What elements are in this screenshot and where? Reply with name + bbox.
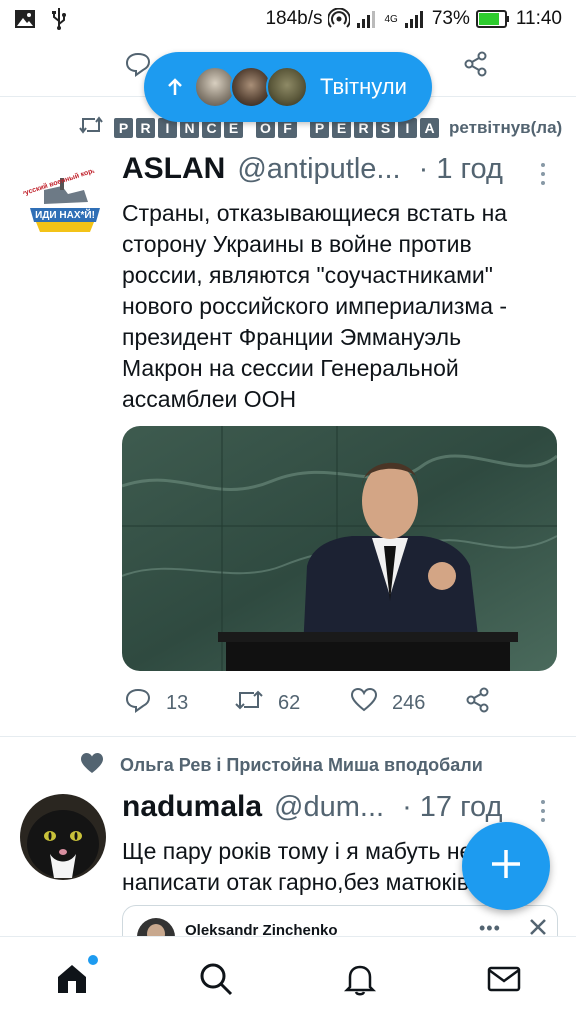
nav-messages[interactable]: [486, 961, 522, 1002]
signal-icon: [356, 9, 378, 29]
avatar: [266, 66, 308, 108]
tweet-header: nadumala @dum... · 17 год: [122, 790, 502, 824]
net-speed: 184b/s: [265, 8, 323, 29]
kebab-icon[interactable]: [538, 800, 548, 822]
reply-count: 13: [166, 691, 189, 714]
tweet-header: ASLAN @antiputle... · 1 год: [122, 152, 503, 186]
nav-home[interactable]: [54, 955, 98, 1002]
pill-label: Твітнули: [320, 74, 407, 99]
retweet-suffix: ретвітнув(ла): [449, 117, 563, 137]
liked-by-text[interactable]: Ольга Рев і Пристойна Миша вподобали: [120, 755, 483, 776]
like-count: 246: [392, 691, 426, 714]
avatar[interactable]: [20, 794, 106, 880]
status-bar: 184b/s 4G 73% 11:40: [0, 0, 576, 38]
divider: [0, 736, 576, 737]
nav-notifications[interactable]: [342, 961, 378, 1002]
network-type: 4G: [384, 13, 398, 25]
search-icon: [198, 963, 234, 1001]
battery-icon: [475, 9, 510, 29]
retweet-button[interactable]: 62: [234, 686, 300, 720]
bell-icon: [342, 965, 378, 1001]
reply-button[interactable]: 13: [124, 686, 188, 720]
name-letter: P: [114, 117, 133, 138]
author-handle[interactable]: @dum...: [274, 791, 384, 824]
avatar[interactable]: Русский военный корабль ИДИ НАХ*Й!: [22, 160, 108, 246]
new-tweets-pill[interactable]: Твітнули: [144, 52, 432, 122]
plus-icon: [489, 847, 523, 886]
author-name[interactable]: ASLAN: [122, 152, 225, 186]
arrow-up-icon: [164, 77, 186, 97]
hotspot-icon: [328, 8, 351, 30]
like-context: Ольга Рев і Пристойна Миша вподобали: [80, 752, 483, 779]
home-icon: [54, 955, 98, 1002]
bottom-nav: [0, 936, 576, 1024]
usb-icon: [50, 7, 68, 31]
retweet-icon: [78, 114, 104, 141]
battery-percent: 73%: [431, 8, 470, 29]
kebab-icon[interactable]: [538, 163, 548, 185]
notification-dot: [88, 955, 98, 965]
retweet-count: 62: [278, 691, 301, 714]
share-button[interactable]: [464, 686, 492, 720]
name-letter: R: [136, 117, 155, 138]
share-icon: [464, 686, 492, 720]
tweet-text: Страны, отказывающиеся встать на сторону…: [122, 200, 508, 412]
like-button[interactable]: 246: [350, 686, 425, 720]
like-icon: [350, 686, 378, 720]
tweet-actions: 13 62 246: [124, 686, 554, 722]
author-handle[interactable]: @antiputle...: [237, 153, 400, 186]
tweet-time[interactable]: · 1 год: [419, 153, 503, 186]
compose-button[interactable]: [462, 822, 550, 910]
tweet-time[interactable]: · 17 год: [402, 791, 502, 824]
share-icon[interactable]: [462, 50, 490, 83]
signal-icon: [404, 9, 426, 29]
avatar-caption-bottom: ИДИ НАХ*Й!: [35, 208, 95, 221]
reply-icon: [124, 686, 152, 720]
mail-icon: [486, 966, 522, 1001]
nav-search[interactable]: [198, 961, 234, 1002]
image-icon: [14, 9, 36, 29]
tweet-image[interactable]: [122, 426, 557, 671]
name-letter: A: [420, 117, 439, 138]
pill-avatars: [194, 66, 308, 108]
heart-filled-icon: [80, 752, 104, 779]
retweet-icon: [234, 686, 264, 720]
author-name[interactable]: nadumala: [122, 790, 262, 824]
clock: 11:40: [515, 8, 562, 29]
